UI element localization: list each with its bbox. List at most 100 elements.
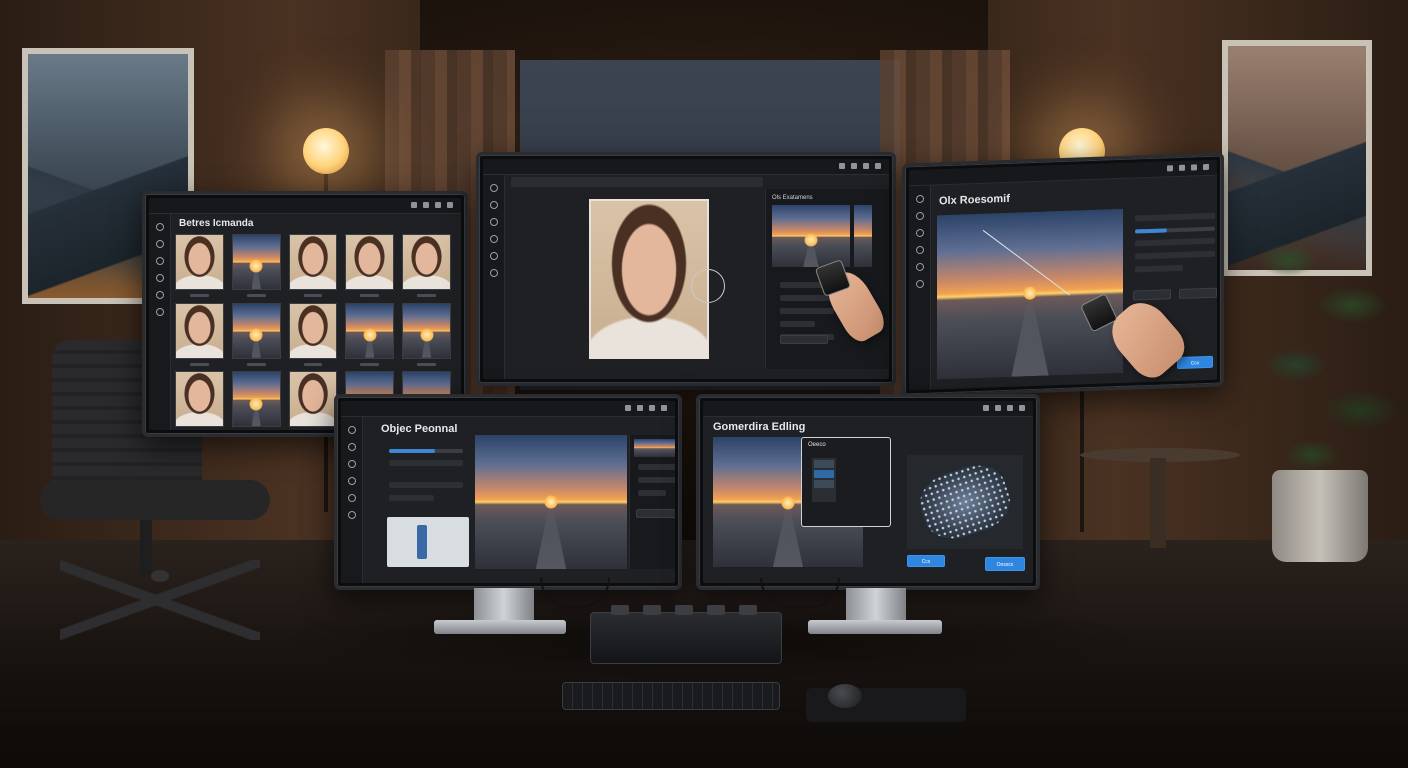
preview-thumbnail[interactable] [772,205,850,267]
thumbnail[interactable] [402,302,451,366]
window-icon[interactable] [1019,405,1025,411]
titlebar [483,159,889,175]
thumbnail[interactable] [175,371,224,428]
thumbnail-caption [417,294,436,297]
tool-icon[interactable] [915,211,924,221]
thumbnail[interactable] [231,302,281,366]
window-icon[interactable] [411,202,417,208]
tool-icon[interactable] [155,308,164,316]
thumbnail-caption [190,362,209,366]
panel-button[interactable] [1133,289,1171,301]
main-image[interactable] [475,435,627,569]
apply-button[interactable]: Ccx [1177,355,1213,370]
tool-icon[interactable] [155,291,164,299]
thumbnail-caption [190,294,209,297]
tool-icon[interactable] [489,252,498,260]
tool-icon[interactable] [347,494,356,502]
titlebar [703,401,1033,417]
histogram-thumbnail [634,439,675,457]
window-icon[interactable] [875,163,881,169]
panel-button[interactable] [1179,287,1217,299]
titlebar [341,401,675,417]
window-icon[interactable] [625,405,631,411]
window-icon[interactable] [1191,164,1197,171]
panel-button[interactable] [636,509,675,518]
tool-sidebar [149,214,171,430]
window-icon[interactable] [637,405,643,411]
setting-row[interactable] [780,321,815,327]
tool-icon[interactable] [155,274,164,282]
setting-row[interactable] [389,460,463,466]
setting-row[interactable] [1135,212,1215,222]
setting-row[interactable] [638,464,675,470]
setting-row[interactable] [389,495,434,501]
window-icon[interactable] [863,163,869,169]
thumbnail[interactable] [288,371,338,428]
setting-row[interactable] [389,482,463,488]
monitor-foot-right [808,620,942,634]
portrait-photo[interactable] [589,199,709,359]
main-image[interactable] [937,208,1123,380]
window-icon[interactable] [661,405,667,411]
window-icon[interactable] [447,202,453,208]
thumbnail[interactable] [402,234,451,297]
thumbnail[interactable] [345,302,395,366]
tool-icon[interactable] [489,218,498,226]
window-title: Olx Roesomif [939,192,1010,208]
tool-icon[interactable] [489,201,498,209]
window-icon[interactable] [1179,164,1185,171]
tool-icon[interactable] [347,426,356,434]
tool-icon[interactable] [347,443,356,451]
tool-icon[interactable] [347,477,356,485]
thumbnail[interactable] [288,302,338,366]
generated-preview[interactable] [907,455,1023,549]
setting-row[interactable] [1135,237,1215,247]
tool-icon[interactable] [489,235,498,243]
thumbnail-caption [360,362,380,366]
tool-icon[interactable] [915,245,924,255]
tool-icon[interactable] [915,228,924,238]
tool-icon[interactable] [489,184,498,192]
tool-icon[interactable] [155,240,164,248]
confirm-button[interactable]: Oosscx [985,557,1025,571]
tool-icon[interactable] [915,194,924,204]
window-icon[interactable] [839,163,845,169]
setting-row[interactable] [1135,264,1183,273]
setting-row[interactable] [1135,250,1215,260]
thumbnail[interactable] [345,234,395,297]
setting-slider[interactable] [389,449,463,453]
preview-thumbnail-2[interactable] [854,205,872,267]
option-list[interactable] [812,458,836,502]
setting-row[interactable] [638,477,675,483]
primary-button[interactable]: Ccx [907,555,945,567]
thumbnail[interactable] [231,371,281,428]
tool-icon[interactable] [915,262,924,272]
window-icon[interactable] [1203,163,1209,171]
window-icon[interactable] [851,163,857,169]
tool-icon[interactable] [155,223,164,231]
tool-icon[interactable] [347,460,356,468]
object-preview[interactable] [387,517,469,567]
window-icon[interactable] [649,405,655,411]
window-icon[interactable] [423,202,429,208]
window-icon[interactable] [983,405,989,411]
thumbnail[interactable] [175,234,224,297]
setting-row[interactable] [638,490,666,496]
thumbnail[interactable] [175,302,224,366]
monitor-foot-left [434,620,566,634]
window-icon[interactable] [435,202,441,208]
tool-icon[interactable] [489,269,498,277]
setting-row[interactable] [780,308,834,314]
titlebar [149,198,461,214]
window-icon[interactable] [1007,405,1013,411]
setting-slider[interactable] [1135,226,1215,234]
tool-icon[interactable] [347,511,356,519]
search-bar[interactable] [511,177,763,187]
window-icon[interactable] [995,405,1001,411]
thumbnail[interactable] [231,234,281,297]
panel-button[interactable] [780,335,828,344]
tool-icon[interactable] [155,257,164,265]
window-icon[interactable] [1167,165,1173,172]
tool-icon[interactable] [915,279,924,289]
thumbnail[interactable] [288,234,338,297]
